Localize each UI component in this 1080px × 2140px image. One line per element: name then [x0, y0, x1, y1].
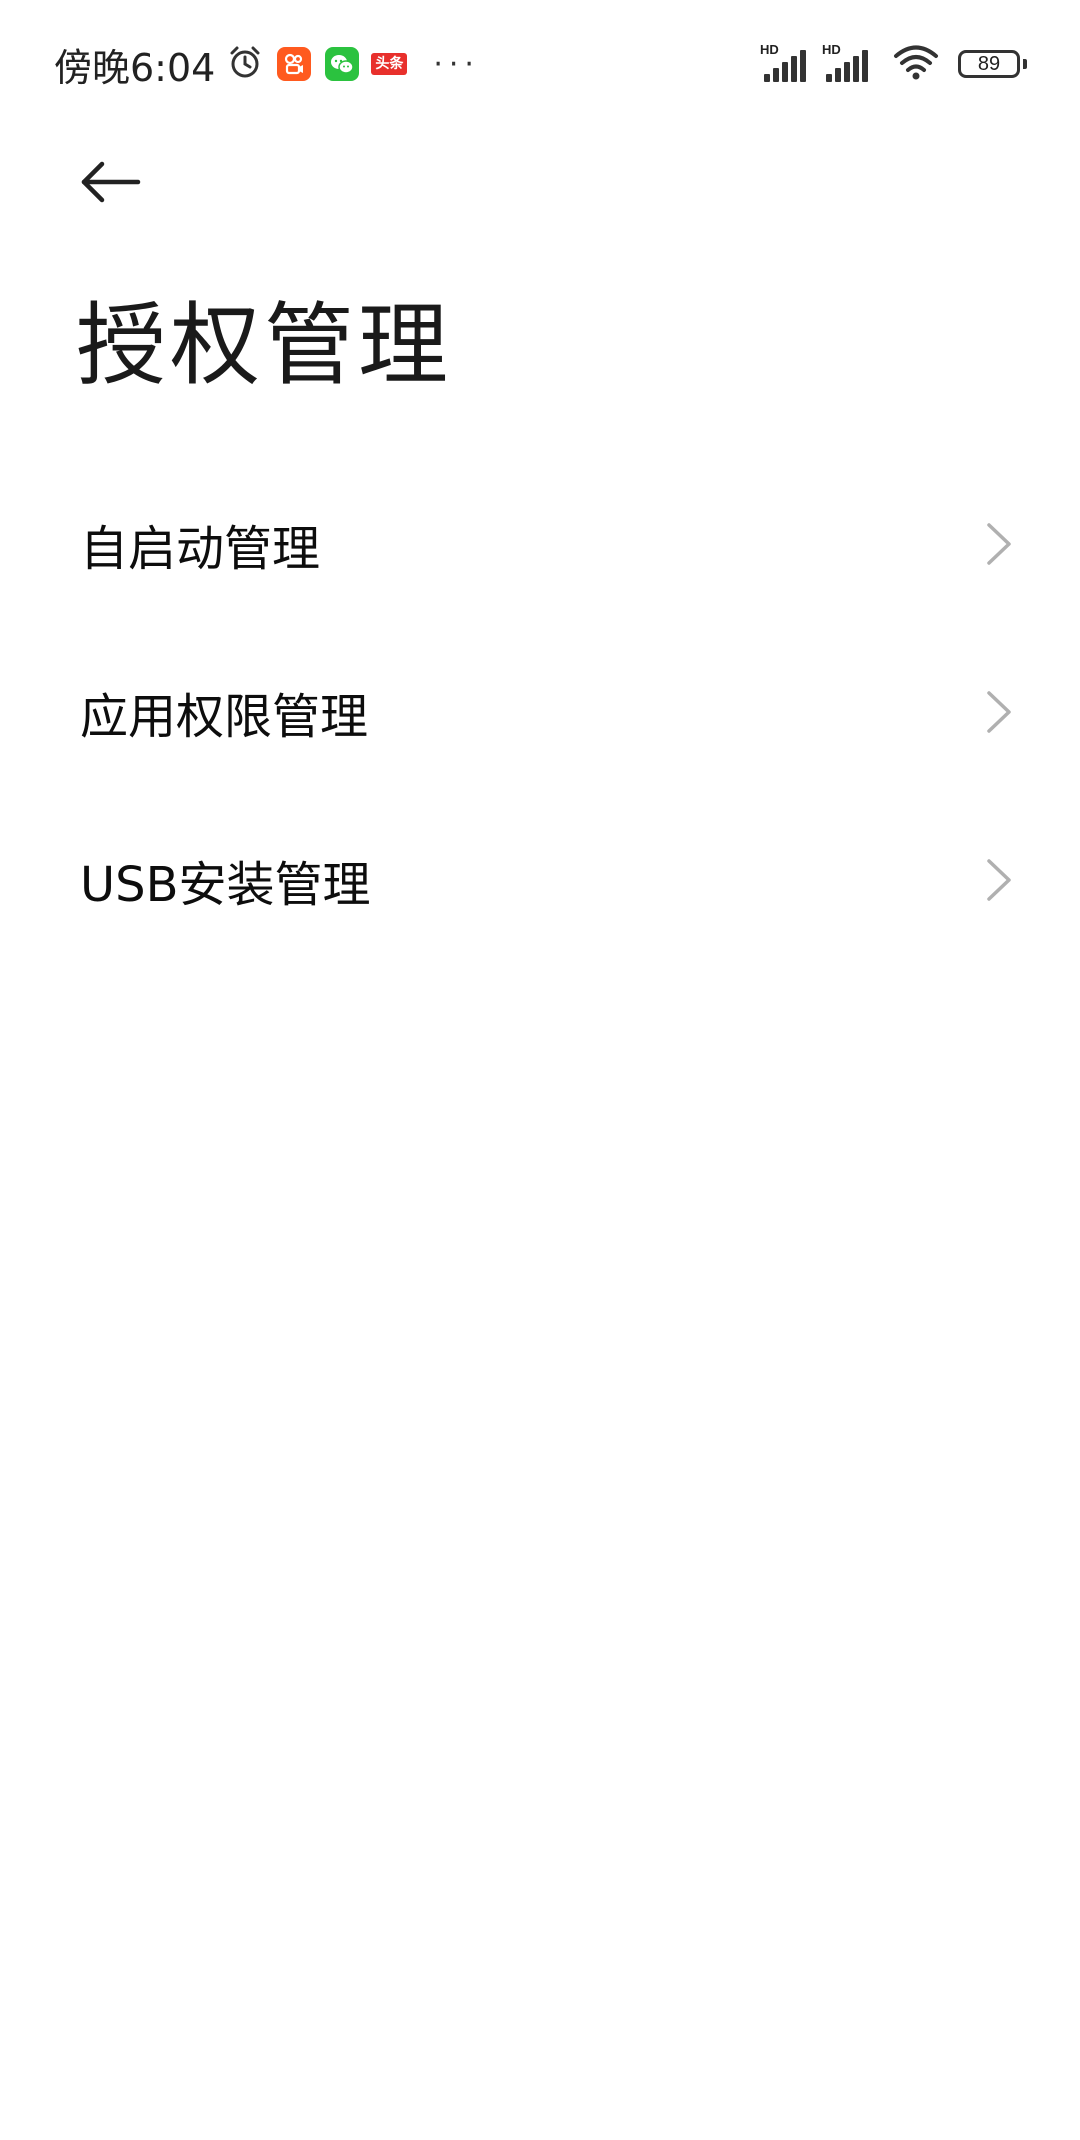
more-notifications-icon: ···	[433, 46, 480, 82]
battery-level: 89	[977, 52, 1001, 75]
arrow-left-icon	[81, 161, 141, 203]
list-item-usb-install-management[interactable]: USB安装管理	[0, 796, 1080, 964]
list-item-autostart-management[interactable]: 自启动管理	[0, 460, 1080, 628]
signal-1-icon: HD	[760, 42, 812, 84]
status-time: 傍晚6:04	[54, 45, 216, 90]
status-bar: 傍晚6:04 头条 ··· HD HD 89	[0, 0, 1080, 128]
list-item-label: 应用权限管理	[80, 689, 369, 745]
status-bar-right: HD HD 89	[760, 42, 1027, 86]
alarm-icon	[227, 44, 263, 84]
status-bar-left: 傍晚6:04 头条 ···	[54, 38, 480, 90]
chevron-right-icon	[982, 856, 1016, 904]
battery-icon: 89	[958, 50, 1027, 78]
list-item-app-permission-management[interactable]: 应用权限管理	[0, 628, 1080, 796]
list-item-label: USB安装管理	[80, 857, 371, 913]
page-title: 授权管理	[76, 293, 452, 398]
chevron-right-icon	[982, 520, 1016, 568]
signal-2-icon: HD	[822, 42, 874, 84]
chevron-right-icon	[982, 688, 1016, 736]
kuaishou-app-icon	[277, 47, 312, 81]
list-item-label: 自启动管理	[80, 521, 321, 577]
wifi-icon	[892, 43, 940, 85]
back-button[interactable]	[78, 150, 142, 214]
battery-tip	[1023, 59, 1027, 69]
toutiao-app-icon: 头条	[371, 53, 408, 75]
settings-list: 自启动管理 应用权限管理 USB安装管理	[0, 460, 1080, 964]
wechat-app-icon	[325, 47, 360, 81]
